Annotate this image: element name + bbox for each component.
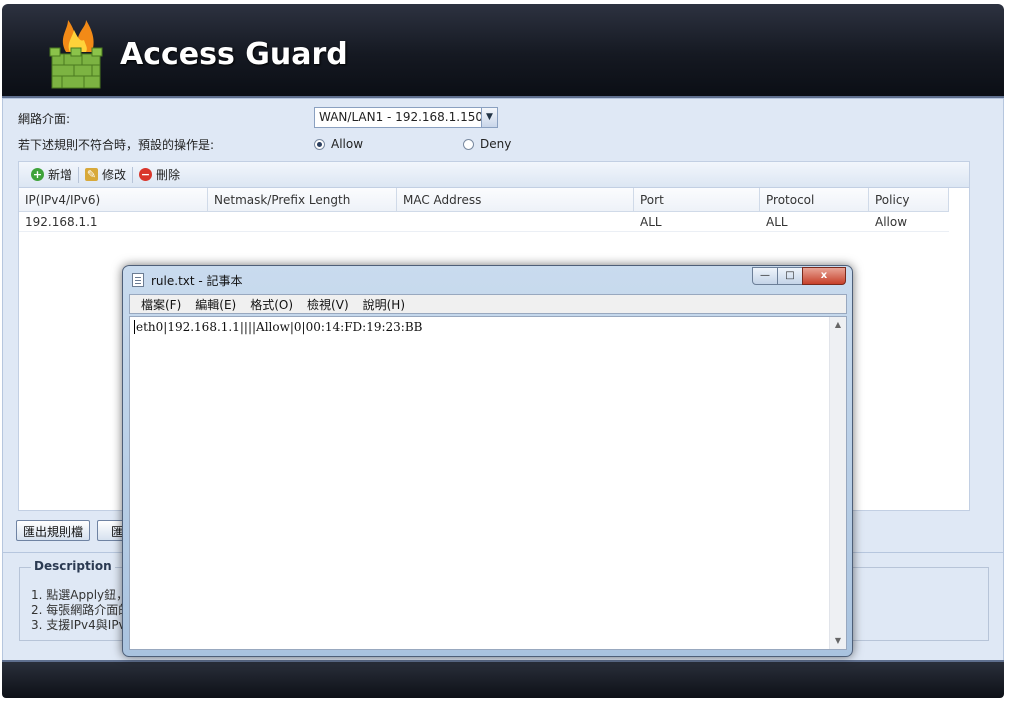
table-row[interactable]: 192.168.1.1 ALL ALL Allow bbox=[19, 212, 949, 232]
edit-button-label: 修改 bbox=[102, 168, 127, 182]
column-header-ip[interactable]: IP(IPv4/IPv6) bbox=[19, 188, 208, 211]
menu-help[interactable]: 說明(H) bbox=[356, 296, 412, 313]
column-header-netmask[interactable]: Netmask/Prefix Length bbox=[208, 188, 397, 211]
notepad-icon bbox=[132, 273, 144, 287]
column-header-port[interactable]: Port bbox=[634, 188, 760, 211]
radio-deny[interactable]: Deny bbox=[463, 137, 511, 151]
notepad-content[interactable]: eth0|192.168.1.1||||Allow|0|00:14:FD:19:… bbox=[134, 320, 422, 334]
cell-policy: Allow bbox=[875, 215, 908, 229]
cell-protocol: ALL bbox=[766, 215, 788, 229]
scroll-up-icon[interactable]: ▲ bbox=[830, 317, 846, 333]
grid-toolbar: + 新增 ✎ 修改 − 刪除 bbox=[19, 162, 969, 188]
edit-button[interactable]: ✎ 修改 bbox=[79, 166, 132, 183]
radio-allow[interactable]: Allow bbox=[314, 137, 363, 151]
description-line-3: 3. 支援IPv4與IPv bbox=[31, 618, 126, 632]
cell-netmask bbox=[208, 212, 397, 231]
interface-select-value: WAN/LAN1 - 192.168.1.150 bbox=[319, 110, 483, 124]
grid-header: IP(IPv4/IPv6) Netmask/Prefix Length MAC … bbox=[19, 188, 949, 212]
maximize-button[interactable]: □ bbox=[777, 267, 803, 285]
radio-deny-indicator[interactable] bbox=[463, 138, 474, 150]
interface-select[interactable]: WAN/LAN1 - 192.168.1.150 ▼ bbox=[314, 107, 498, 128]
description-legend: Description bbox=[31, 559, 115, 573]
vertical-scrollbar[interactable]: ▲ ▼ bbox=[829, 317, 846, 649]
close-button[interactable]: x bbox=[802, 267, 846, 285]
app-header: Access Guard bbox=[2, 4, 1004, 98]
interface-label: 網路介面: bbox=[18, 112, 71, 126]
cell-port: ALL bbox=[640, 215, 662, 229]
menu-edit[interactable]: 編輯(E) bbox=[188, 296, 243, 313]
column-header-policy[interactable]: Policy bbox=[869, 188, 949, 211]
radio-deny-label: Deny bbox=[480, 137, 512, 151]
add-button[interactable]: + 新增 bbox=[25, 166, 78, 183]
chevron-down-icon[interactable]: ▼ bbox=[481, 108, 497, 127]
notepad-titlebar[interactable]: rule.txt - 記事本 — □ x bbox=[123, 266, 852, 294]
column-header-mac[interactable]: MAC Address bbox=[397, 188, 634, 211]
add-icon: + bbox=[31, 168, 44, 181]
notepad-window[interactable]: rule.txt - 記事本 — □ x 檔案(F) 編輯(E) 格式(O) 檢… bbox=[122, 265, 853, 657]
firewall-flame-icon bbox=[49, 20, 103, 89]
notepad-title: rule.txt - 記事本 bbox=[151, 274, 243, 288]
menu-view[interactable]: 檢視(V) bbox=[300, 296, 356, 313]
app-title: Access Guard bbox=[120, 37, 348, 72]
column-header-protocol[interactable]: Protocol bbox=[760, 188, 869, 211]
cell-ip: 192.168.1.1 bbox=[25, 215, 98, 229]
cell-mac bbox=[397, 212, 634, 231]
delete-button[interactable]: − 刪除 bbox=[133, 166, 186, 183]
delete-button-label: 刪除 bbox=[156, 168, 181, 182]
delete-icon: − bbox=[139, 168, 153, 181]
notepad-menubar: 檔案(F) 編輯(E) 格式(O) 檢視(V) 說明(H) bbox=[129, 294, 847, 314]
notepad-text-area[interactable]: eth0|192.168.1.1||||Allow|0|00:14:FD:19:… bbox=[129, 316, 847, 650]
edit-icon: ✎ bbox=[85, 168, 99, 181]
menu-format[interactable]: 格式(O) bbox=[243, 296, 300, 313]
radio-allow-indicator[interactable] bbox=[314, 138, 325, 150]
default-action-label: 若下述規則不符合時，預設的操作是: bbox=[18, 138, 215, 152]
add-button-label: 新增 bbox=[48, 168, 73, 182]
radio-allow-label: Allow bbox=[331, 137, 364, 151]
scroll-down-icon[interactable]: ▼ bbox=[830, 633, 846, 649]
minimize-button[interactable]: — bbox=[752, 267, 778, 285]
export-rules-button[interactable]: 匯出規則檔 bbox=[16, 520, 91, 541]
app-footer bbox=[2, 660, 1004, 698]
menu-file[interactable]: 檔案(F) bbox=[134, 296, 188, 313]
window-controls: — □ x bbox=[752, 267, 846, 285]
